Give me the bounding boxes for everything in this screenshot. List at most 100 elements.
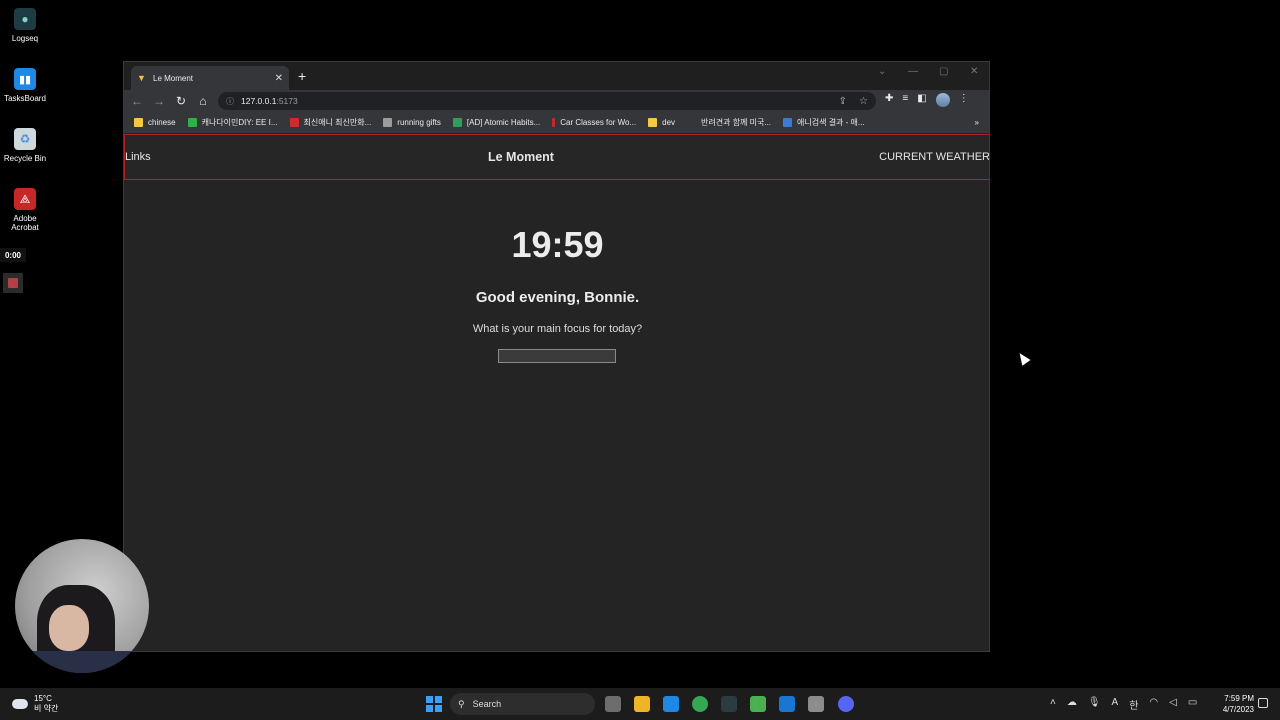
favicon-icon — [783, 118, 793, 127]
focus-input[interactable] — [498, 349, 616, 363]
bookmark-label: 반려견과 함께 미국... — [701, 118, 772, 127]
search-icon: ⚲ — [458, 698, 465, 709]
windows-logo-icon — [435, 705, 442, 712]
wifi-icon[interactable]: ◠ — [1149, 697, 1158, 712]
favicon-icon — [552, 118, 556, 127]
start-button[interactable] — [426, 696, 442, 712]
tasksboard-icon: ▮▮ — [14, 68, 36, 90]
taskbar-date: 4/7/2023 — [1222, 705, 1254, 714]
microphone-icon[interactable]: 🎙 — [1088, 697, 1101, 712]
file-explorer-icon[interactable] — [634, 696, 650, 712]
maximize-button[interactable]: ▢ — [939, 66, 948, 77]
reading-list-icon[interactable]: ≡ — [902, 93, 908, 107]
weather-widget[interactable]: 15°C 비 약간 — [12, 694, 58, 714]
recorder-stop-button[interactable] — [3, 273, 23, 293]
bookmark-label: [AD] Atomic Habits... — [466, 118, 541, 127]
bookmarks-bar: chinese 캐나다이민DIY: EE I... 최신애니 최신만화... r… — [124, 112, 989, 134]
battery-icon[interactable]: ▭ — [1188, 697, 1197, 712]
side-panel-icon[interactable]: ◧ — [917, 93, 926, 107]
links-menu[interactable]: Links — [125, 151, 151, 163]
webcam-face — [49, 605, 89, 651]
recycle-bin-icon: ♻ — [14, 128, 36, 150]
vscode-icon[interactable] — [779, 696, 795, 712]
taskbar-clock[interactable]: 7:59 PM 4/7/2023 — [1214, 693, 1254, 715]
onedrive-icon[interactable]: ☁ — [1067, 697, 1077, 712]
bookmark-star-icon[interactable]: ☆ — [859, 96, 868, 107]
taskbar-time: 7:59 PM — [1224, 694, 1254, 703]
windows-logo-icon — [426, 705, 433, 712]
bookmark-item[interactable]: running gifts — [383, 118, 441, 127]
bookmark-label: 캐나다이민DIY: EE I... — [201, 118, 278, 127]
bookmark-item[interactable]: 애니검색 결과 - 애... — [783, 117, 865, 128]
greeting: Good evening, Bonnie. — [475, 289, 640, 306]
input-mode-icon[interactable]: A — [1112, 697, 1119, 712]
close-window-button[interactable]: ✕ — [970, 66, 978, 77]
vite-favicon-icon: ▼ — [137, 73, 146, 83]
bookmark-item[interactable]: 반려견과 함께 미국... — [687, 117, 771, 128]
acrobat-icon: ⟁ — [14, 188, 36, 210]
bookmark-label: Car Classes for Wo... — [560, 118, 637, 127]
back-button[interactable]: ← — [130, 94, 144, 108]
desktop-icon-label: Adobe Acrobat — [11, 214, 39, 232]
menu-icon[interactable]: ⋮ — [959, 93, 969, 107]
chrome-icon[interactable] — [692, 696, 708, 712]
favicon-icon — [289, 118, 299, 127]
favicon-icon — [187, 118, 197, 127]
page-content: Links Le Moment CURRENT WEATHER 19:59 Go… — [124, 134, 989, 651]
browser-window: ▼ Le Moment ✕ + ⌄ — ▢ ✕ ← → ↻ ⌂ ⓘ 127.0.… — [123, 61, 990, 652]
taskbar: 15°C 비 약간 ⚲ Search ˄ ☁ 🎙 A 한 ◠ ◁ ▭ 7:59 … — [0, 688, 1280, 720]
logseq-icon: ● — [14, 8, 36, 30]
system-tray: ˄ ☁ 🎙 A 한 ◠ ◁ ▭ — [1050, 697, 1197, 712]
logseq-taskbar-icon[interactable] — [721, 696, 737, 712]
bookmark-item[interactable]: chinese — [134, 118, 176, 127]
tab-close-icon[interactable]: ✕ — [275, 73, 283, 84]
discord-icon[interactable] — [838, 696, 854, 712]
home-button[interactable]: ⌂ — [196, 94, 210, 108]
language-indicator[interactable]: 한 — [1129, 697, 1138, 712]
bookmark-item[interactable]: dev — [648, 118, 675, 127]
bookmark-label: 애니검색 결과 - 애... — [797, 118, 865, 127]
reload-button[interactable]: ↻ — [174, 94, 188, 108]
bookmark-item[interactable]: 최신애니 최신만화... — [289, 117, 371, 128]
taskbar-search[interactable]: ⚲ Search — [450, 693, 595, 715]
address-bar[interactable]: ⓘ 127.0.0.1:5173 ⇪ ☆ — [218, 92, 876, 110]
extensions-icon[interactable]: ✚ — [885, 93, 893, 107]
weather-desc: 비 약간 — [34, 704, 59, 713]
share-icon[interactable]: ⇪ — [839, 96, 847, 107]
weather-temp: 15°C — [34, 694, 52, 703]
trello-icon[interactable] — [663, 696, 679, 712]
desktop-icon-adobe-acrobat[interactable]: ⟁ Adobe Acrobat — [0, 188, 50, 232]
folder-icon — [134, 118, 143, 127]
profile-avatar[interactable] — [935, 93, 950, 107]
bookmark-item[interactable]: 캐나다이민DIY: EE I... — [187, 117, 278, 128]
windows-logo-icon — [426, 696, 433, 703]
url-port: :5173 — [276, 96, 298, 106]
recorder-timer: 0:00 — [0, 248, 26, 262]
folder-icon — [648, 118, 658, 127]
tab-strip: ▼ Le Moment ✕ + ⌄ — ▢ ✕ — [124, 62, 989, 90]
bookmark-item[interactable]: Car Classes for Wo... — [552, 118, 636, 127]
current-weather-link[interactable]: CURRENT WEATHER — [879, 151, 989, 163]
favicon-icon — [452, 118, 462, 127]
bookmark-label: chinese — [148, 118, 176, 127]
windows-logo-icon — [435, 696, 442, 703]
chevron-up-icon[interactable]: ˄ — [1050, 697, 1056, 712]
task-view-icon[interactable] — [605, 696, 621, 712]
focus-question: What is your main focus for today? — [472, 323, 643, 335]
desktop-icon-tasksboard[interactable]: ▮▮ TasksBoard — [0, 68, 50, 103]
desktop-icon-logseq[interactable]: ● Logseq — [0, 8, 50, 43]
minimize-button[interactable]: — — [908, 66, 918, 77]
desktop-icon-recycle-bin[interactable]: ♻ Recycle Bin — [0, 128, 50, 163]
notification-icon[interactable] — [1258, 698, 1268, 708]
bookmarks-overflow-button[interactable]: » — [975, 118, 979, 127]
recorder-app-icon[interactable] — [808, 696, 824, 712]
site-info-icon[interactable]: ⓘ — [226, 96, 234, 107]
bookmark-item[interactable]: [AD] Atomic Habits... — [452, 118, 541, 127]
tab-search-icon[interactable]: ⌄ — [878, 66, 886, 77]
forward-button[interactable]: → — [152, 94, 166, 108]
tab-le-moment[interactable]: ▼ Le Moment ✕ — [131, 66, 289, 90]
desktop-icon-label: TasksBoard — [4, 94, 46, 103]
notepad-icon[interactable] — [750, 696, 766, 712]
new-tab-button[interactable]: + — [298, 68, 306, 84]
volume-icon[interactable]: ◁ — [1169, 697, 1177, 712]
